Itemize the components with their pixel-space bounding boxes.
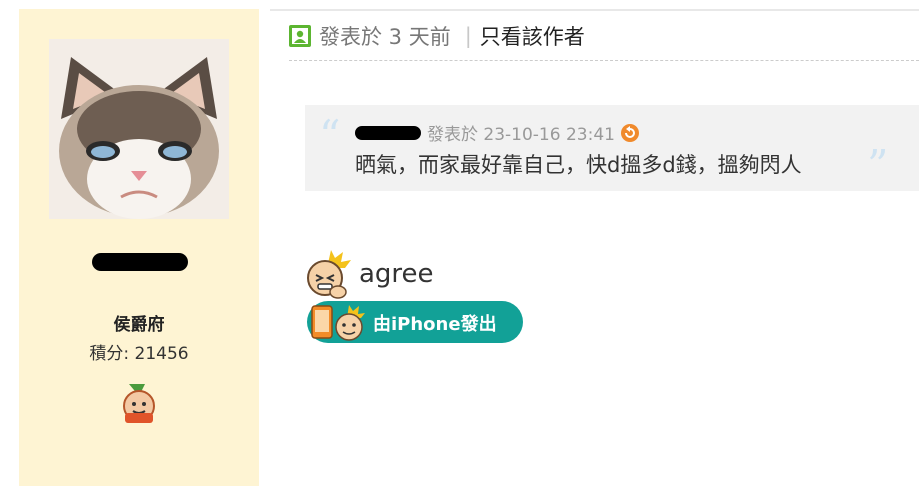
post-header: 發表於 3 天前 | 只看該作者 <box>289 21 585 51</box>
iphone-badge-label: 由iPhone發出 <box>373 314 497 335</box>
header-divider <box>289 60 919 61</box>
badge-emoji-face-icon <box>335 305 365 341</box>
cat-avatar-image <box>49 39 229 219</box>
quote-close-mark: ” <box>867 141 889 190</box>
user-icon <box>289 25 311 47</box>
user-points: 積分: 21456 <box>89 344 189 364</box>
quote-meta: 發表於 23-10-16 23:41 <box>355 120 639 145</box>
iphone-icon <box>311 305 333 339</box>
quote-text: 晒氣，而家最好靠自己，快d搵多d錢，搵夠閃人 <box>355 153 802 177</box>
avatar[interactable] <box>49 39 229 219</box>
user-sidebar: 侯爵府 積分: 21456 <box>19 9 259 486</box>
quote-posted-time: 發表於 23-10-16 23:41 <box>427 125 615 145</box>
header-separator: | <box>464 24 472 48</box>
quote-open-mark: “ <box>319 111 341 160</box>
reply-text: agree <box>359 259 434 289</box>
emoji-face-icon <box>307 250 351 299</box>
top-divider <box>270 9 919 11</box>
quote-block: “ 發表於 23-10-16 23:41 晒氣，而家最好靠自己，快d搵多d錢，搵… <box>305 105 919 191</box>
quote-author-redacted[interactable] <box>355 125 421 140</box>
user-rank: 侯爵府 <box>113 315 165 335</box>
medal-2023-icon[interactable] <box>119 382 159 424</box>
posted-time: 發表於 3 天前 <box>319 25 451 49</box>
author-only-link[interactable]: 只看該作者 <box>480 21 585 51</box>
iphone-badge[interactable]: 由iPhone發出 <box>307 301 523 343</box>
back-arrow-icon[interactable] <box>620 123 639 142</box>
username-redacted[interactable] <box>92 253 188 271</box>
